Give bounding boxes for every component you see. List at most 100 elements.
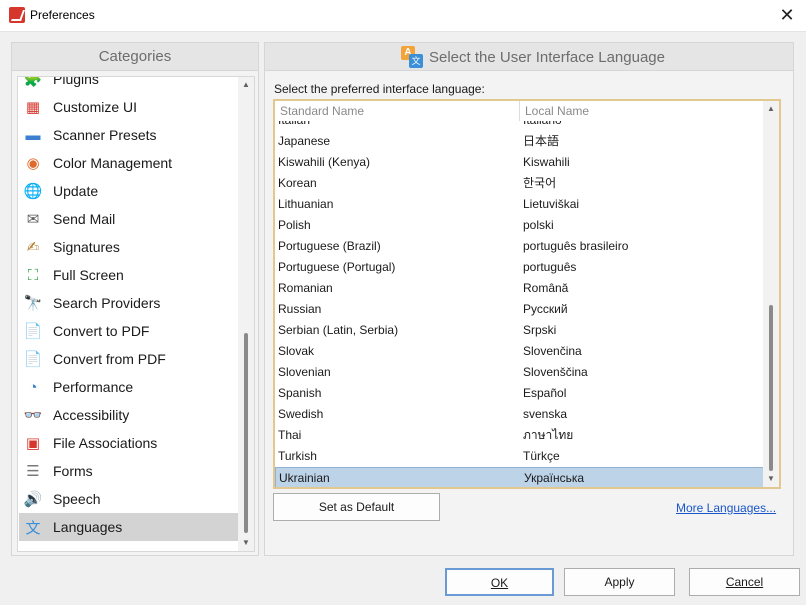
language-local-name: Slovenščina	[523, 365, 588, 379]
language-standard-name: Slovenian	[278, 365, 331, 379]
language-row[interactable]: Japanese 日本語	[275, 131, 765, 152]
apply-button[interactable]: Apply	[564, 568, 675, 596]
more-languages-link[interactable]: More Languages...	[676, 501, 776, 515]
category-item[interactable]: ⛶ Full Screen	[19, 261, 239, 289]
close-icon[interactable]: ✕	[776, 4, 798, 26]
categories-header: Categories	[12, 43, 258, 71]
cancel-button[interactable]: Cancel	[689, 568, 800, 596]
category-item-label: Send Mail	[53, 211, 116, 227]
language-standard-name: Polish	[278, 218, 311, 232]
form-icon: ☰	[26, 463, 40, 480]
title-bar: Preferences ✕	[0, 0, 806, 32]
category-item[interactable]: 🔭 Search Providers	[19, 289, 239, 317]
column-header-standard-name[interactable]: Standard Name	[275, 101, 520, 121]
plugin-icon: 🧩	[23, 76, 43, 88]
language-standard-name: Romanian	[278, 281, 333, 295]
category-item-label: Search Providers	[53, 295, 161, 311]
category-item[interactable]: ☰ Forms	[19, 457, 239, 485]
category-item-label: Speech	[53, 491, 101, 507]
category-item[interactable]: 文 Languages	[19, 513, 239, 541]
category-item[interactable]: ▣ File Associations	[19, 429, 239, 457]
language-row[interactable]: Romanian Română	[275, 278, 765, 299]
category-item-label: Accessibility	[53, 407, 130, 423]
language-local-name: Español	[523, 386, 567, 400]
category-item[interactable]: 🧩 Plugins	[19, 76, 239, 93]
language-row[interactable]: Swedish svenska	[275, 404, 765, 425]
language-local-name: Slovenčina	[523, 344, 582, 358]
language-standard-name: Slovak	[278, 344, 315, 358]
language-local-name: 한국어	[523, 176, 557, 190]
language-local-name: português	[523, 260, 577, 274]
dialog-footer: OK Apply Cancel	[0, 560, 806, 605]
language-rows: Italian Italiano Japanese 日本語 Kiswahili (Ken…	[275, 121, 765, 487]
app-logo-icon	[9, 7, 25, 23]
ok-button[interactable]: OK	[445, 568, 554, 596]
ok-button-label: OK	[490, 576, 509, 590]
language-standard-name: Lithuanian	[278, 197, 334, 211]
language-row[interactable]: Portuguese (Brazil) português brasileiro	[275, 236, 765, 257]
customize-ui-icon: ▦	[25, 99, 41, 116]
language-scrollbar[interactable]: ▲ ▼	[763, 101, 779, 487]
language-local-name: ภาษาไทย	[523, 428, 574, 442]
category-item-label: Convert to PDF	[53, 323, 150, 339]
column-header-local-name[interactable]: Local Name	[520, 101, 765, 121]
language-local-name: Română	[523, 281, 569, 295]
category-item[interactable]: ✍ Signatures	[19, 233, 239, 261]
category-item[interactable]: ◉ Color Management	[19, 149, 239, 177]
language-row[interactable]: Slovenian Slovenščina	[275, 362, 765, 383]
language-row[interactable]: Thai ภาษาไทย	[275, 425, 765, 446]
category-item-label: Color Management	[53, 155, 173, 171]
language-row[interactable]: Polish polski	[275, 215, 765, 236]
set-as-default-button[interactable]: Set as Default	[273, 493, 440, 521]
category-item-label: Forms	[53, 463, 93, 479]
categories-list[interactable]: 文 Languages 🔊 Speech ☰ Forms ▣ File Association…	[17, 76, 255, 552]
language-row[interactable]: Slovak Slovenčina	[275, 341, 765, 362]
category-item[interactable]: ▦ Customize UI	[19, 93, 239, 121]
language-standard-name: Thai	[278, 428, 302, 442]
language-row[interactable]: Spanish Español	[275, 383, 765, 404]
language-row[interactable]: Korean 한국어	[275, 173, 765, 194]
language-table[interactable]: Standard Name Local Name Italian Italiano…	[273, 99, 781, 489]
language-row[interactable]: Portuguese (Portugal) português	[275, 257, 765, 278]
language-standard-name: Ukrainian	[279, 471, 330, 485]
language-row[interactable]: Kiswahili (Kenya) Kiswahili	[275, 152, 765, 173]
language-standard-name: Italian	[278, 121, 310, 131]
language-row[interactable]: Italian Italiano	[275, 121, 765, 131]
categories-panel: Categories 文 Languages 🔊 Speech ☰ Forms ▣ File …	[11, 42, 259, 556]
scroll-up-icon[interactable]: ▲	[763, 101, 779, 117]
category-item[interactable]: 📄 Convert to PDF	[19, 317, 239, 345]
convert-from-pdf-icon: 📄	[23, 351, 43, 368]
language-local-name: Srpski	[523, 323, 557, 337]
categories-scrollbar[interactable]: ▲ ▼	[238, 77, 254, 551]
pdf-file-icon: ▣	[25, 435, 41, 452]
language-local-name: Українська	[524, 471, 585, 485]
language-row[interactable]: Serbian (Latin, Serbia) Srpski	[275, 320, 765, 341]
language-row[interactable]: Turkish Türkçe	[275, 446, 765, 467]
category-item[interactable]: 👓 Accessibility	[19, 401, 239, 429]
full-screen-icon: ⛶	[27, 266, 39, 284]
category-item-label: Convert from PDF	[53, 351, 166, 367]
language-local-name: polski	[523, 218, 554, 232]
language-row[interactable]: Ukrainian Українська	[275, 467, 765, 487]
category-item[interactable]: 📄 Convert from PDF	[19, 345, 239, 373]
category-item[interactable]: ▬ Scanner Presets	[19, 121, 239, 149]
category-item-label: Update	[53, 183, 99, 199]
scroll-thumb[interactable]	[244, 333, 248, 533]
scroll-down-icon[interactable]: ▼	[238, 535, 254, 551]
category-item[interactable]: 🔊 Speech	[19, 485, 239, 513]
scanner-icon: ▬	[25, 126, 41, 144]
language-row[interactable]: Lithuanian Lietuviškai	[275, 194, 765, 215]
languages-icon: 文	[25, 519, 41, 537]
window-title: Preferences	[30, 8, 95, 22]
language-standard-name: Serbian (Latin, Serbia)	[278, 323, 399, 337]
scroll-thumb[interactable]	[769, 305, 773, 471]
category-item[interactable]: ◔ Performance	[19, 373, 239, 401]
language-local-name: Lietuviškai	[523, 197, 580, 211]
scroll-up-icon[interactable]: ▲	[238, 77, 254, 93]
category-item[interactable]: ✉ Send Mail	[19, 205, 239, 233]
language-row[interactable]: Russian Русский	[275, 299, 765, 320]
scroll-down-icon[interactable]: ▼	[763, 471, 779, 487]
category-item[interactable]: 🌐 Update	[19, 177, 239, 205]
category-item-label: File Associations	[53, 435, 158, 451]
cancel-button-label: Cancel	[725, 575, 764, 589]
